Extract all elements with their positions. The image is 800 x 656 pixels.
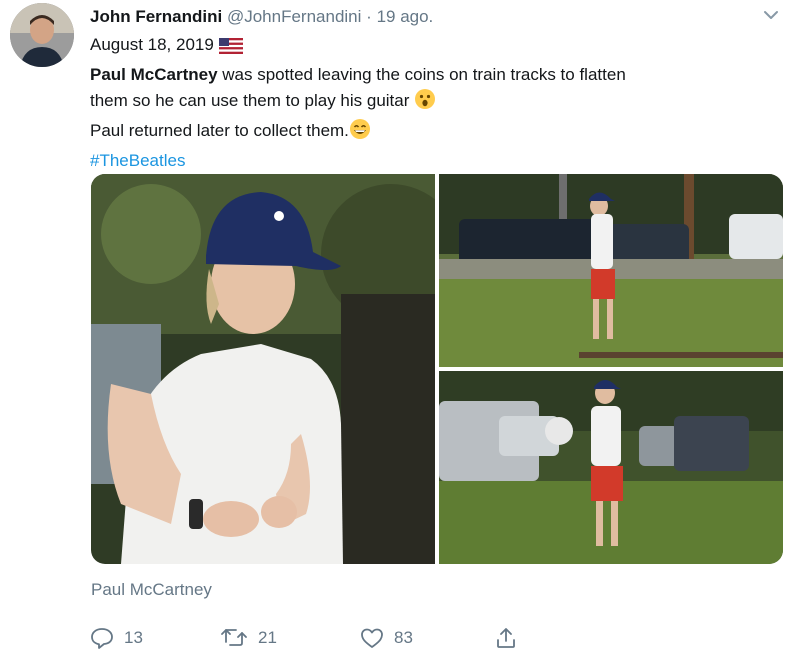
author-handle[interactable]: @JohnFernandini [227,7,361,26]
photo-top-right[interactable] [439,174,783,367]
us-flag-icon [218,36,243,62]
share-button[interactable] [495,624,527,652]
like-count: 83 [394,628,413,647]
retweet-icon [221,629,247,646]
tweet-text: August 18, 2019 Paul McCartney was spott… [90,32,780,174]
like-button[interactable]: 83 [360,624,413,652]
surprised-face-icon [414,88,436,118]
text-line-2: them so he can use them to play his guit… [90,88,780,118]
mention-bold: Paul McCartney [90,65,218,84]
text-line-1-rest: was spotted leaving the coins on train t… [217,65,626,84]
separator: · [366,7,372,26]
avatar[interactable] [10,3,74,67]
author-name[interactable]: John Fernandini [90,7,222,26]
tweet-header: John Fernandini @JohnFernandini · 19 ago… [90,6,433,28]
photo-bottom-right[interactable] [439,371,783,564]
hashtag-line: #TheBeatles [90,148,780,174]
tweet-time[interactable]: 19 ago. [377,7,434,26]
media-caption[interactable]: Paul McCartney [91,580,212,600]
reply-button[interactable]: 13 [90,624,143,652]
tweet-actions: 13 21 83 [90,624,610,652]
share-icon [497,628,515,648]
reply-icon [91,628,113,649]
heart-icon [361,628,383,648]
date-line: August 18, 2019 [90,32,780,62]
media-grid [91,174,783,564]
text-line-1: Paul McCartney was spotted leaving the c… [90,62,780,88]
text-line-3-content: Paul returned later to collect them. [90,121,349,140]
text-line-2-content: them so he can use them to play his guit… [90,91,415,110]
reply-count: 13 [124,628,143,647]
hashtag-link[interactable]: #TheBeatles [90,151,185,170]
text-line-3: Paul returned later to collect them. [90,118,780,148]
photo-main[interactable] [91,174,435,564]
retweet-button[interactable]: 21 [220,624,277,652]
chevron-down-icon[interactable] [762,6,780,24]
date-text: August 18, 2019 [90,35,214,54]
tweet: John Fernandini @JohnFernandini · 19 ago… [0,0,800,656]
grinning-face-icon [349,118,371,148]
retweet-count: 21 [258,628,277,647]
